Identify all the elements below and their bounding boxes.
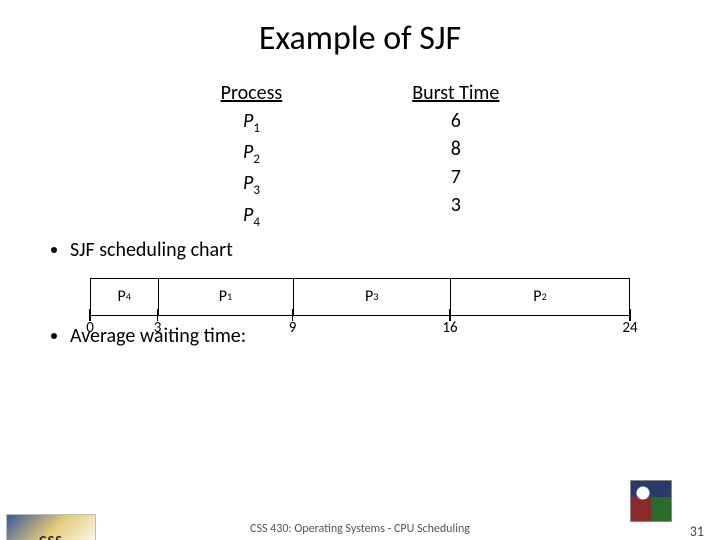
burst-row: 3	[412, 191, 499, 219]
burst-column: Burst Time 6 8 7 3	[412, 79, 499, 232]
bullet-sjf-chart: SJF scheduling chart	[70, 238, 720, 262]
gantt-segment: P2	[450, 279, 630, 315]
bullet-list: SJF scheduling chart	[30, 238, 720, 262]
process-row: P1	[221, 107, 283, 138]
process-header: Process	[221, 79, 283, 107]
process-row: P2	[221, 138, 283, 169]
css-logo-icon: CSS	[6, 514, 96, 540]
burst-row: 8	[412, 135, 499, 163]
burst-row: 6	[412, 107, 499, 135]
burst-row: 7	[412, 163, 499, 191]
burst-header: Burst Time	[412, 79, 499, 107]
page-title: Example of SJF	[0, 18, 720, 59]
gantt-segment: P3	[293, 279, 451, 315]
gantt-segment: P1	[158, 279, 293, 315]
bullet-list-2: Average waiting time:	[30, 324, 720, 348]
process-row: P3	[221, 169, 283, 200]
book-cover-icon	[630, 480, 672, 522]
process-row: P4	[221, 201, 283, 232]
gantt-chart: P4P1P3P20391624	[90, 278, 630, 316]
gantt-segment: P4	[90, 279, 158, 315]
process-column: Process P1 P2 P3 P4	[221, 79, 283, 232]
footer-text: CSS 430: Operating Systems - CPU Schedul…	[0, 522, 720, 536]
process-table: Process P1 P2 P3 P4 Burst Time 6 8 7 3	[0, 79, 720, 232]
page-number: 31	[690, 523, 704, 540]
